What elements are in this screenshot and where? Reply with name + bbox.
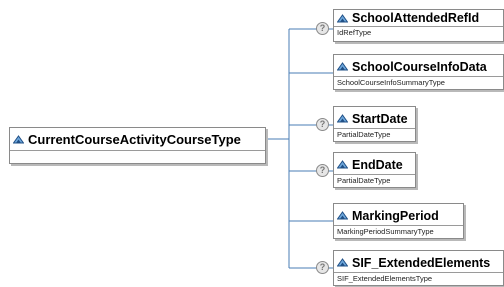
child-element-type: MarkingPeriodSummaryType bbox=[334, 225, 463, 237]
child-element-title: EndDate bbox=[352, 157, 403, 172]
optional-icon: ? bbox=[316, 164, 329, 177]
child-element-title: SIF_ExtendedElements bbox=[352, 255, 491, 270]
child-element-title: MarkingPeriod bbox=[352, 208, 439, 223]
root-element-title: CurrentCourseActivityCourseType bbox=[28, 131, 241, 147]
element-icon bbox=[337, 258, 348, 267]
child-element-node[interactable]: StartDate PartialDateType bbox=[333, 106, 416, 142]
child-element-type: PartialDateType bbox=[334, 128, 415, 140]
root-element-node[interactable]: CurrentCourseActivityCourseType bbox=[9, 127, 266, 164]
child-element-node[interactable]: SIF_ExtendedElements SIF_ExtendedElement… bbox=[333, 250, 504, 286]
child-element-type: PartialDateType bbox=[334, 174, 415, 186]
optional-icon: ? bbox=[316, 118, 329, 131]
element-icon bbox=[337, 160, 348, 169]
child-element-title: StartDate bbox=[352, 111, 408, 126]
child-element-title: SchoolCourseInfoData bbox=[352, 59, 487, 74]
child-element-type: SchoolCourseInfoSummaryType bbox=[334, 76, 503, 88]
child-element-node[interactable]: SchoolAttendedRefId IdRefType bbox=[333, 9, 504, 42]
child-element-type: SIF_ExtendedElementsType bbox=[334, 272, 503, 284]
element-icon bbox=[337, 211, 348, 220]
child-element-node[interactable]: MarkingPeriod MarkingPeriodSummaryType bbox=[333, 203, 464, 239]
element-icon bbox=[13, 134, 24, 143]
element-icon bbox=[337, 13, 348, 22]
element-icon bbox=[337, 114, 348, 123]
optional-icon: ? bbox=[316, 261, 329, 274]
root-element-type bbox=[10, 150, 265, 164]
child-element-title: SchoolAttendedRefId bbox=[352, 11, 480, 25]
child-element-type: IdRefType bbox=[334, 26, 503, 38]
child-element-node[interactable]: SchoolCourseInfoData SchoolCourseInfoSum… bbox=[333, 54, 504, 90]
element-icon bbox=[337, 62, 348, 71]
schema-diagram: CurrentCourseActivityCourseType ? School… bbox=[0, 0, 504, 287]
optional-icon: ? bbox=[316, 22, 329, 35]
child-element-node[interactable]: EndDate PartialDateType bbox=[333, 152, 416, 188]
